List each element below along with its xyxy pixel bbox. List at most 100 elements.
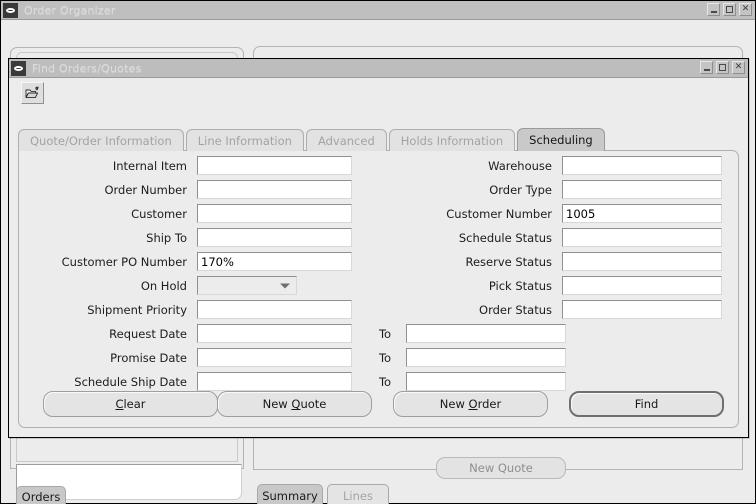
input-internal-item[interactable] [197,156,352,175]
input-promise-date-to[interactable] [406,348,566,367]
label-pick-status: Pick Status [488,278,552,293]
dialog-maximize-icon[interactable] [716,61,729,74]
label-customer-po-number: Customer PO Number [61,254,187,269]
label-internal-item: Internal Item [112,158,187,173]
field-promise-date: Promise Date To [19,348,566,367]
tab-holds-information[interactable]: Holds Information [388,129,516,151]
label-order-number: Order Number [104,182,187,197]
input-promise-date-from[interactable] [197,348,352,367]
label-customer: Customer [131,206,187,221]
input-customer[interactable] [197,204,352,223]
input-reserve-status[interactable] [562,252,722,271]
app-window-icon [3,2,18,18]
input-warehouse[interactable] [562,156,722,175]
field-reserve-status: Reserve Status [397,252,722,271]
field-internal-item: Internal Item [19,156,352,175]
scheduling-canvas: Internal Item Order Number Customer Ship… [18,150,739,428]
app-titlebar[interactable]: Order Organizer [1,1,755,20]
field-schedule-ship-date: Schedule Ship Date To [19,372,566,391]
new-quote-button-label: New Quote [262,397,327,411]
tab-scheduling[interactable]: Scheduling [517,128,605,151]
background-new-quote-label: New Quote [469,461,533,475]
find-button[interactable]: Find [569,391,724,417]
field-order-type: Order Type [397,180,722,199]
dialog-close-icon[interactable] [732,61,745,74]
bottom-tab-summary-label: Summary [262,488,318,503]
new-order-button[interactable]: New Order [393,391,548,417]
input-shipment-priority[interactable] [197,300,352,319]
bottom-tab-orders-label: Orders [21,489,61,504]
input-customer-number[interactable] [562,204,722,223]
minimize-icon[interactable] [707,3,720,16]
field-customer-po-number: Customer PO Number [19,252,352,271]
tab-line-information[interactable]: Line Information [185,129,304,151]
find-button-label: Find [634,397,659,411]
bottom-tab-lines[interactable]: Lines [327,484,389,504]
dialog-minimize-icon[interactable] [700,61,713,74]
label-shipment-priority: Shipment Priority [87,302,187,317]
label-schedule-ship-date: Schedule Ship Date [74,374,187,389]
clear-button-label: Clear [115,397,146,411]
dialog-window-icon [11,60,26,76]
tab-advanced[interactable]: Advanced [305,129,387,151]
input-pick-status[interactable] [562,276,722,295]
chevron-down-icon [280,283,290,288]
field-request-date: Request Date To [19,324,566,343]
input-order-status[interactable] [562,300,722,319]
dialog-tabstrip: Quote/Order Information Line Information… [18,128,739,151]
maximize-icon[interactable] [723,3,736,16]
dialog-action-buttons: Clear New Quote New Order Find [19,391,738,417]
screen: Order Organizer New Quote Orders [0,0,756,504]
tab-holds-information-label: Holds Information [400,133,504,148]
label-reserve-status: Reserve Status [465,254,552,269]
field-pick-status: Pick Status [397,276,722,295]
input-order-type[interactable] [562,180,722,199]
bottom-tab-orders[interactable]: Orders [16,486,66,504]
field-customer: Customer [19,204,352,223]
bottom-tab-summary[interactable]: Summary [257,484,323,504]
combo-on-hold[interactable] [197,276,297,295]
find-orders-quotes-dialog: Find Orders/Quotes ✕ Quote/Order Informa… [8,58,749,438]
field-schedule-status: Schedule Status [397,228,722,247]
tab-line-information-label: Line Information [197,133,292,148]
label-request-date: Request Date [109,326,187,341]
field-warehouse: Warehouse [397,156,722,175]
input-request-date-to[interactable] [406,324,566,343]
field-on-hold: On Hold [19,276,297,295]
input-request-date-from[interactable] [197,324,352,343]
open-folder-button[interactable] [21,82,44,104]
input-schedule-ship-date-to[interactable] [406,372,566,391]
input-schedule-ship-date-from[interactable] [197,372,352,391]
tab-quote-order-information[interactable]: Quote/Order Information [18,129,184,151]
label-order-status: Order Status [479,302,552,317]
field-ship-to: Ship To [19,228,352,247]
field-order-number: Order Number [19,180,352,199]
label-ship-to: Ship To [146,230,187,245]
label-promise-date: Promise Date [110,350,187,365]
input-order-number[interactable] [197,180,352,199]
label-order-type: Order Type [489,182,552,197]
open-folder-icon [25,86,39,99]
tab-scheduling-label: Scheduling [529,133,593,147]
label-request-date-to: To [378,326,392,341]
background-new-quote-button[interactable]: New Quote [436,457,566,479]
label-on-hold: On Hold [140,278,187,293]
input-schedule-status[interactable] [562,228,722,247]
label-schedule-status: Schedule Status [458,230,552,245]
input-ship-to[interactable] [197,228,352,247]
field-customer-number: Customer Number [397,204,722,223]
dialog-titlebar[interactable]: Find Orders/Quotes [9,59,748,78]
new-quote-button[interactable]: New Quote [217,391,372,417]
label-promise-date-to: To [378,350,392,365]
clear-button[interactable]: Clear [43,391,218,417]
dialog-toolbar [10,78,747,108]
dialog-body: Quote/Order Information Line Information… [10,78,747,436]
input-customer-po-number[interactable] [197,252,352,271]
new-order-button-label: New Order [439,397,502,411]
close-icon[interactable] [739,3,752,16]
field-shipment-priority: Shipment Priority [19,300,352,319]
bottom-tab-lines-label: Lines [343,488,373,503]
field-order-status: Order Status [397,300,722,319]
tab-quote-order-information-label: Quote/Order Information [30,133,172,148]
label-customer-number: Customer Number [446,206,552,221]
